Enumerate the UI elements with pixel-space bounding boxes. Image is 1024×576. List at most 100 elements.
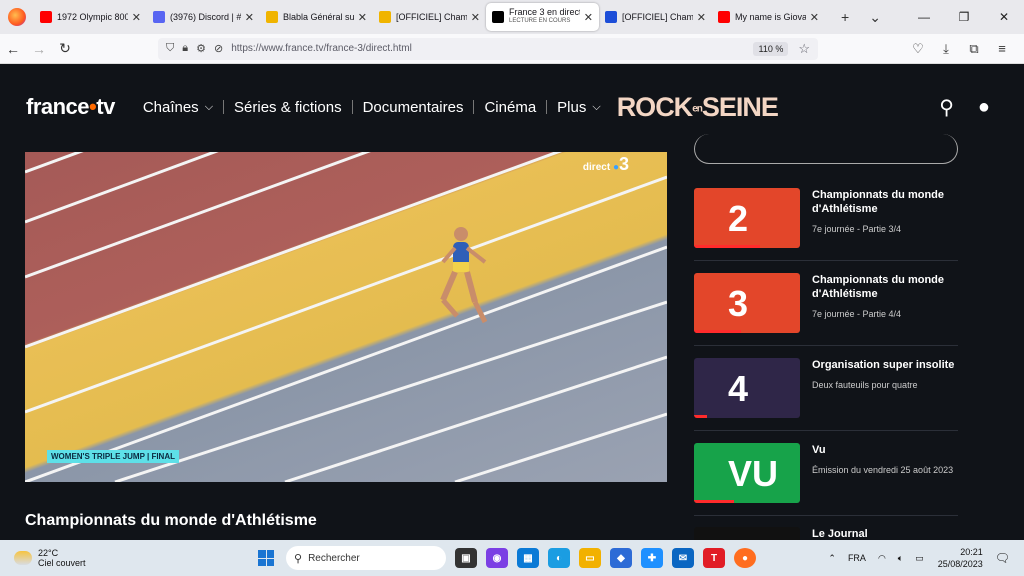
menu-chaines[interactable]: Chaînes ⌵ <box>143 99 213 116</box>
edge-icon[interactable]: ◐ <box>548 548 570 568</box>
pocket-icon[interactable]: ♡ <box>904 41 932 57</box>
battery-icon[interactable]: ▭ <box>915 553 924 564</box>
chevron-down-icon: ⌵ <box>204 100 214 113</box>
menu-icon[interactable]: ≡ <box>988 41 1016 57</box>
autoplay-blocked-icon[interactable]: ⊘ <box>214 42 223 55</box>
weather-text: Ciel couvert <box>38 558 86 568</box>
search-icon: ⚲ <box>294 552 303 565</box>
program-title[interactable]: Championnats du monde d'Athlétisme <box>812 273 958 301</box>
store-icon[interactable]: ▦ <box>517 548 539 568</box>
copilot-icon[interactable]: ◆ <box>610 548 632 568</box>
zoom-indicator[interactable]: 110 % <box>753 41 789 56</box>
program-thumbnail[interactable]: VU <box>694 443 800 503</box>
bookmark-star-icon[interactable]: ☆ <box>798 41 810 57</box>
program-card[interactable]: 4 Organisation super insolite Deux fauteui… <box>694 358 958 418</box>
program-title[interactable]: Vu <box>812 443 953 457</box>
card-divider <box>694 515 958 516</box>
france-tv-icon <box>492 11 504 23</box>
notification-icon[interactable]: 🗨︎ <box>995 551 1010 565</box>
channel-selector[interactable] <box>694 134 958 164</box>
downloads-icon[interactable]: ⤓ <box>932 41 960 57</box>
tab-list-chevron-icon[interactable]: ⌄ <box>869 9 881 26</box>
menu-series[interactable]: Séries & fictions <box>234 99 342 116</box>
program-title[interactable]: Le Journal <box>812 527 868 540</box>
weather-icon <box>14 551 32 565</box>
program-card[interactable]: VU Vu Émission du vendredi 25 août 2023 <box>694 443 958 503</box>
rock-en-seine-banner[interactable]: ROCKenSEINE <box>617 92 779 123</box>
close-window-icon[interactable]: ✕ <box>984 10 1024 24</box>
tlc-icon[interactable]: T <box>703 548 725 568</box>
close-tab-icon[interactable]: ✕ <box>132 11 141 24</box>
extensions-icon[interactable]: ⧉ <box>960 41 988 57</box>
taskbar-search[interactable]: ⚲ Rechercher <box>286 546 446 570</box>
tab-title: 1972 Olympic 800 <box>57 12 128 22</box>
back-icon[interactable]: ← <box>0 41 26 57</box>
jv-icon <box>605 11 617 23</box>
close-tab-icon[interactable]: ✕ <box>471 11 480 24</box>
browser-tab[interactable]: [OFFICIEL] Champ ✕ <box>373 4 486 30</box>
lock-icon[interactable]: 🔒︎ <box>182 42 188 55</box>
video-player[interactable]: direct ●3 WOMEN'S TRIPLE JUMP | FINAL <box>25 152 667 482</box>
close-tab-icon[interactable]: ✕ <box>810 11 819 24</box>
search-icon[interactable]: ⚲ <box>939 95 954 120</box>
athlete <box>440 227 488 324</box>
menu-cinema[interactable]: Cinéma <box>484 99 536 116</box>
program-card[interactable]: 2 Championnats du monde d'Athlétisme 7e jo… <box>694 188 958 248</box>
account-icon[interactable]: ● <box>978 96 990 119</box>
mail-icon[interactable]: ✉ <box>672 548 694 568</box>
browser-tab[interactable]: Blabla Général sur ✕ <box>260 4 373 30</box>
volume-icon[interactable]: 🔈︎ <box>898 553 903 564</box>
wifi-icon[interactable]: ◠ <box>878 553 886 564</box>
program-subtitle: 7e journée - Partie 3/4 <box>812 224 902 234</box>
task-view-icon[interactable]: ▣ <box>455 548 477 568</box>
menu-documentaires[interactable]: Documentaires <box>363 99 464 116</box>
program-subtitle: 7e journée - Partie 4/4 <box>812 309 902 319</box>
chat-icon[interactable]: ◉ <box>486 548 508 568</box>
program-thumbnail[interactable]: 4 <box>694 358 800 418</box>
url-text[interactable]: https://www.france.tv/france-3/direct.ht… <box>231 43 753 54</box>
file-explorer-icon[interactable]: ▭ <box>579 548 601 568</box>
weather-widget[interactable]: 22°C Ciel couvert <box>14 548 174 568</box>
browser-tab[interactable]: [OFFICIEL] Champ ✕ <box>599 4 712 30</box>
program-thumbnail[interactable] <box>694 527 800 540</box>
program-title[interactable]: Championnats du monde d'Athlétisme <box>812 188 958 216</box>
restore-icon[interactable]: ❐ <box>944 10 984 24</box>
browser-tab[interactable]: France 3 en direct LECTURE EN COURS ✕ <box>486 3 599 31</box>
page-content: france•tv Chaînes ⌵ Séries & fictions Doc… <box>0 64 1024 540</box>
event-caption: WOMEN'S TRIPLE JUMP | FINAL <box>47 450 179 463</box>
minimize-icon[interactable]: — <box>904 10 944 24</box>
firefox-icon[interactable] <box>8 8 26 26</box>
browser-tab[interactable]: (3976) Discord | # ✕ <box>147 4 260 30</box>
language[interactable]: FRA <box>848 553 866 563</box>
url-bar[interactable]: ⛉ 🔒︎ ⚙ ⊘ https://www.france.tv/france-3/… <box>158 37 818 60</box>
channel-logo: direct ●3 <box>582 154 629 174</box>
permissions-icon[interactable]: ⚙ <box>196 42 206 55</box>
program-card[interactable]: Le Journal <box>694 527 958 540</box>
france-tv-logo[interactable]: france•tv <box>26 94 115 120</box>
menu-plus[interactable]: Plus ⌵ <box>557 99 601 116</box>
program-thumbnail[interactable]: 3 <box>694 273 800 333</box>
program-subtitle: Deux fauteuils pour quatre <box>812 380 918 390</box>
clock[interactable]: 20:21 25/08/2023 <box>938 546 983 570</box>
chevron-up-icon[interactable]: ⌃ <box>828 553 836 564</box>
firefox-taskbar-icon[interactable]: ● <box>734 548 756 568</box>
shield-icon[interactable]: ⛉ <box>166 42 174 55</box>
browser-tab[interactable]: My name is Giova ✕ <box>712 4 825 30</box>
close-tab-icon[interactable]: ✕ <box>697 11 706 24</box>
youtube-icon <box>718 11 730 23</box>
forward-icon[interactable]: → <box>26 41 52 57</box>
new-tab-icon[interactable]: + <box>841 9 849 25</box>
browser-tab[interactable]: 1972 Olympic 800 ✕ <box>34 4 147 30</box>
close-tab-icon[interactable]: ✕ <box>358 11 367 24</box>
close-tab-icon[interactable]: ✕ <box>584 11 593 24</box>
close-tab-icon[interactable]: ✕ <box>245 11 254 24</box>
start-icon[interactable] <box>258 550 274 566</box>
card-divider <box>694 430 958 431</box>
jvc-icon <box>266 11 278 23</box>
program-thumbnail[interactable]: 2 <box>694 188 800 248</box>
reload-icon[interactable]: ↻ <box>52 40 78 57</box>
app-icon[interactable]: ✚ <box>641 548 663 568</box>
menu-divider <box>473 100 475 114</box>
program-title[interactable]: Organisation super insolite <box>812 358 954 372</box>
program-card[interactable]: 3 Championnats du monde d'Athlétisme 7e jo… <box>694 273 958 333</box>
